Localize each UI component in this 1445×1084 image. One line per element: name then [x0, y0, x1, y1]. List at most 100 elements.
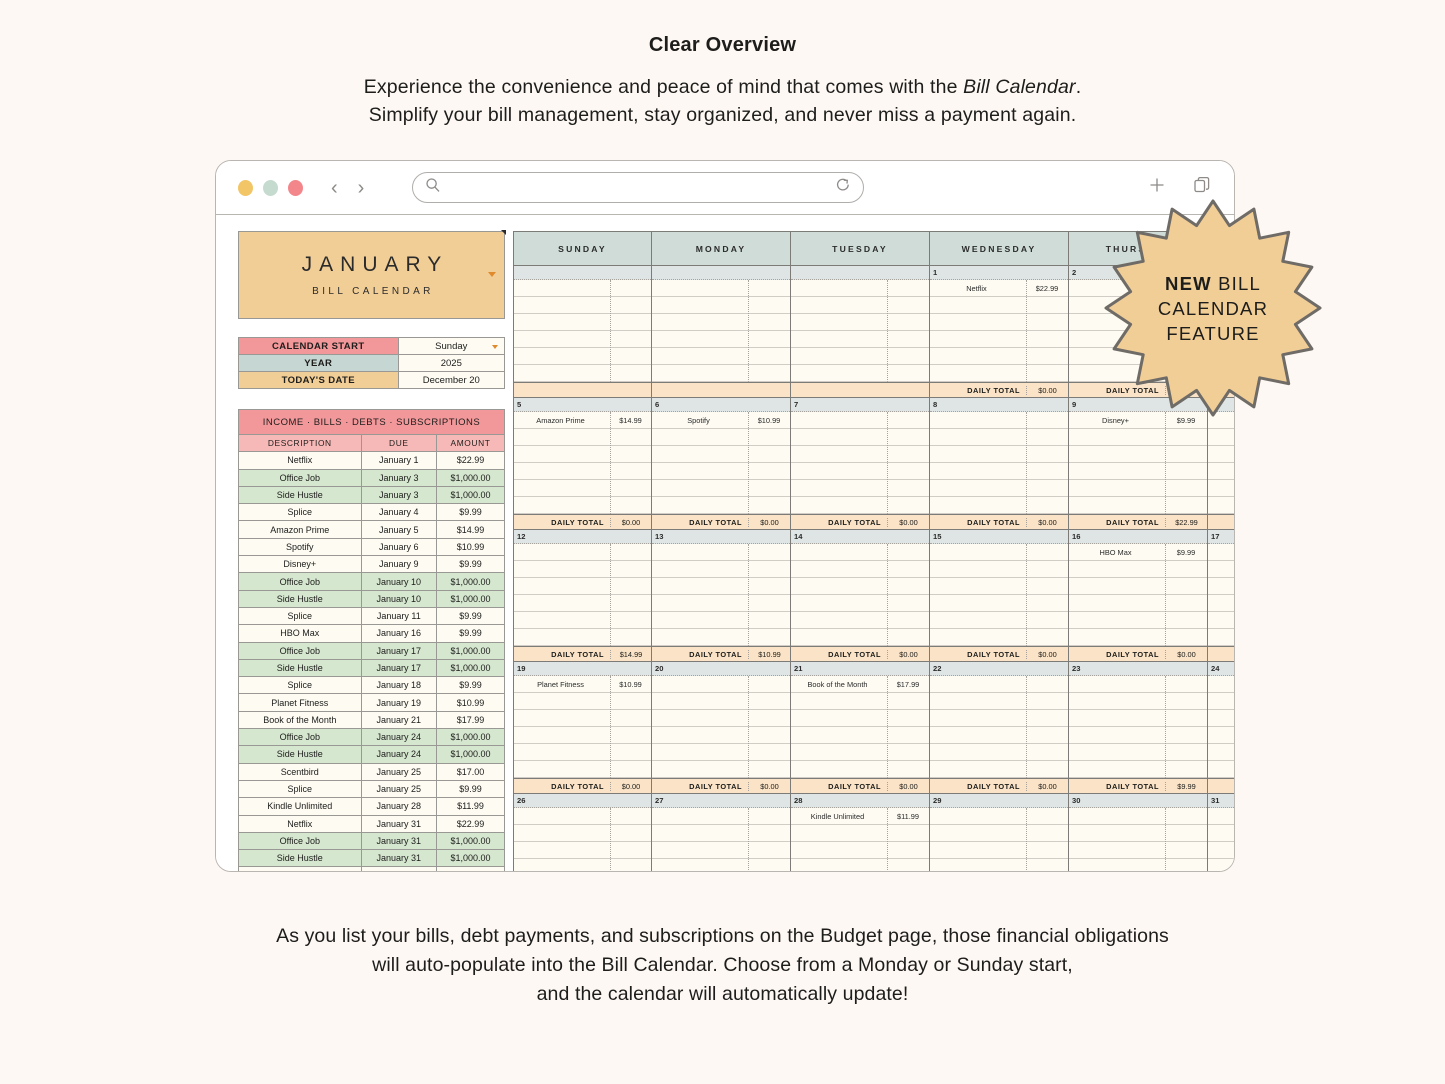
maximize-dot[interactable] — [263, 179, 278, 196]
calendar-day-cell[interactable] — [513, 266, 652, 398]
calendar-entry-amount: $9.99 — [1176, 548, 1196, 557]
bills-table-row[interactable]: Netflix January 31 $22.99 — [238, 814, 506, 833]
calendar-day-cell[interactable]: 16 HBO Max $9.99 DAILY TOTAL $0.00 — [1069, 530, 1208, 662]
calendar-day-cell[interactable]: 24 DAILY TOTAL$0.00 — [1208, 662, 1234, 794]
bills-table-row[interactable]: Office Job January 31 $1,000.00 — [238, 831, 506, 851]
bills-table-row[interactable]: Book of the Month January 21 $17.99 — [238, 710, 506, 730]
intro-line-1b: . — [1075, 76, 1082, 98]
bills-table-row[interactable]: Splice January 4 $9.99 — [238, 503, 506, 522]
calendar-start-select[interactable]: Sunday — [397, 337, 506, 355]
calendar-entry[interactable]: Amazon Prime $14.99 — [514, 412, 651, 429]
bills-table-row[interactable]: Side Hustle January 3 $1,000.00 — [238, 485, 506, 505]
bills-table-row[interactable]: Netflix January 1 $22.99 — [238, 451, 506, 470]
calendar-day-cell[interactable]: 27DAILY TOTAL$0.00 — [652, 794, 791, 871]
minimize-dot[interactable] — [238, 179, 253, 196]
daily-total-label: DAILY TOTAL — [689, 781, 742, 791]
new-tab-icon[interactable] — [1148, 176, 1166, 199]
bills-cell-due: January 25 — [360, 779, 437, 799]
entry-gridlines — [1208, 676, 1234, 778]
calendar-day-number: 6 — [652, 398, 790, 412]
search-input[interactable] — [441, 180, 836, 195]
calendar-entry[interactable]: Book of the Month $17.99 — [791, 676, 929, 693]
bills-cell-due: January 19 — [360, 693, 437, 712]
intro-line-2: Simplify your bill management, stay orga… — [368, 104, 1077, 126]
intro-line-1a: Experience the convenience and peace of … — [363, 76, 964, 98]
calendar-entry[interactable]: Planet Fitness $10.99 — [514, 676, 651, 693]
daily-total-label: DAILY TOTAL — [967, 781, 1020, 791]
calendar-day-cell[interactable]: 12 DAILY TOTAL $14.99 — [513, 530, 652, 662]
calendar-day-cell[interactable]: 19 Planet Fitness $10.99 DAILY TOTAL $0.00 — [513, 662, 652, 794]
calendar-day-cell[interactable]: 23 DAILY TOTAL $9.99 — [1069, 662, 1208, 794]
calendar-day-number: 22 — [930, 662, 1068, 676]
calendar-daily-total: DAILY TOTAL$0.00 — [652, 514, 790, 529]
chevron-down-icon[interactable] — [492, 345, 498, 349]
bills-cell-desc: Side Hustle — [238, 745, 362, 764]
month-dropdown-caret-icon[interactable] — [488, 272, 496, 277]
bills-table-row[interactable]: Spotify January 6 $10.99 — [238, 537, 506, 557]
close-dot[interactable] — [288, 179, 303, 196]
bills-table-row[interactable]: Office Job January 17 $1,000.00 — [238, 641, 506, 660]
back-icon[interactable]: ‹ — [331, 178, 338, 198]
calendar-entry[interactable]: Netflix $22.99 — [930, 280, 1068, 297]
calendar-entry[interactable]: HBO Max $9.99 — [1069, 544, 1207, 561]
calendar-daily-total: DAILY TOTAL$0.00 — [1208, 778, 1234, 793]
calendar-day-cell[interactable]: 8 DAILY TOTAL $0.00 — [930, 398, 1069, 530]
bills-table-row[interactable]: Office Job January 24 $1,000.00 — [238, 728, 506, 747]
calendar-day-cell[interactable]: 1 Netflix $22.99 DAILY TOTAL $0.00 — [930, 266, 1069, 398]
forward-icon[interactable]: › — [358, 178, 365, 198]
bills-table-row[interactable]: Splice January 18 $9.99 — [238, 676, 506, 695]
calendar-entry[interactable]: Spotify $10.99 — [652, 412, 790, 429]
year-value[interactable]: 2025 — [397, 354, 506, 372]
calendar-day-cell[interactable]: 15 DAILY TOTAL $0.00 — [930, 530, 1069, 662]
bills-table-row[interactable]: Planet Fitness January 19 $10.99 — [238, 693, 506, 712]
bills-table-row[interactable]: Side Hustle January 24 $1,000.00 — [238, 745, 506, 764]
bills-table-row[interactable]: Splice January 25 $9.99 — [238, 779, 506, 799]
calendar-day-cell[interactable] — [652, 266, 791, 398]
calendar-day-cell[interactable]: 31DAILY TOTAL$0.00 — [1208, 794, 1234, 871]
calendar-day-cell[interactable]: 5 Amazon Prime $14.99 DAILY TOTAL $0.00 — [513, 398, 652, 530]
reload-icon[interactable] — [835, 177, 851, 198]
calendar-entry-name: HBO Max — [1099, 548, 1132, 557]
calendar-entry[interactable]: Kindle Unlimited $11.99 — [791, 808, 929, 825]
entry-gridlines — [930, 412, 1068, 514]
bills-table-row[interactable]: HBO Max January 16 $9.99 — [238, 624, 506, 643]
bills-table-row[interactable]: Office Job January 3 $1,000.00 — [238, 468, 506, 487]
calendar-day-number: 8 — [930, 398, 1068, 412]
calendar-day-cell[interactable]: 29DAILY TOTAL$0.00 — [930, 794, 1069, 871]
calendar-day-cell[interactable] — [791, 266, 930, 398]
settings-table: CALENDAR START Sunday YEAR 2025 TODAY'S … — [238, 230, 506, 389]
bills-table-row[interactable]: Disney+ January 9 $9.99 — [238, 555, 506, 574]
calendar-day-cell[interactable]: 13 DAILY TOTAL $10.99 — [652, 530, 791, 662]
bills-table-header-row: DESCRIPTION DUE AMOUNT — [238, 433, 506, 453]
footer-line-1: As you list your bills, debt payments, a… — [276, 925, 1169, 947]
bills-table-row[interactable]: Amazon Prime January 5 $14.99 — [238, 520, 506, 539]
todays-date-value[interactable]: December 20 — [397, 371, 506, 389]
entry-gridlines — [1069, 676, 1207, 778]
bills-table-row[interactable]: Side Hustle January 10 $1,000.00 — [238, 589, 506, 608]
calendar-daily-total: DAILY TOTAL$9.99 — [1208, 646, 1234, 661]
calendar-day-cell[interactable]: 28Kindle Unlimited$11.99DAILY TOTAL$17.9… — [791, 794, 930, 871]
new-feature-badge: NEW BILL CALENDAR FEATURE — [1102, 197, 1324, 419]
bills-table-row[interactable]: Side Hustle January 31 $1,000.00 — [238, 849, 506, 868]
bills-table-row[interactable]: Kindle Unlimited January 28 $11.99 — [238, 797, 506, 816]
bills-table-row[interactable]: Side Hustle January 17 $1,000.00 — [238, 658, 506, 678]
bills-table-row[interactable] — [238, 866, 506, 871]
calendar-day-cell[interactable]: 6 Spotify $10.99 DAILY TOTAL $0.00 — [652, 398, 791, 530]
search-bar[interactable] — [412, 172, 865, 203]
calendar-day-cell[interactable]: 30DAILY TOTAL$0.00 — [1069, 794, 1208, 871]
search-icon — [425, 177, 441, 198]
calendar-day-cell[interactable]: 14 DAILY TOTAL $0.00 — [791, 530, 930, 662]
bills-cell-amount: $1,000.00 — [435, 641, 506, 660]
calendar-day-cell[interactable]: 26DAILY TOTAL$10.99 — [513, 794, 652, 871]
daily-total-label: DAILY TOTAL — [689, 649, 742, 659]
bills-table-row[interactable]: Splice January 11 $9.99 — [238, 606, 506, 626]
bills-table-row[interactable]: Scentbird January 25 $17.00 — [238, 762, 506, 781]
calendar-day-cell[interactable]: 22 DAILY TOTAL $0.00 — [930, 662, 1069, 794]
bills-cell-desc: Amazon Prime — [238, 520, 362, 539]
calendar-day-cell[interactable]: 17 DAILY TOTAL$9.99 — [1208, 530, 1234, 662]
calendar-day-cell[interactable]: 7 DAILY TOTAL $0.00 — [791, 398, 930, 530]
calendar-day-number: 20 — [652, 662, 790, 676]
bills-table-row[interactable]: Office Job January 10 $1,000.00 — [238, 572, 506, 591]
calendar-day-cell[interactable]: 21 Book of the Month $17.99 DAILY TOTAL $0.0… — [791, 662, 930, 794]
calendar-day-cell[interactable]: 20 DAILY TOTAL $0.00 — [652, 662, 791, 794]
